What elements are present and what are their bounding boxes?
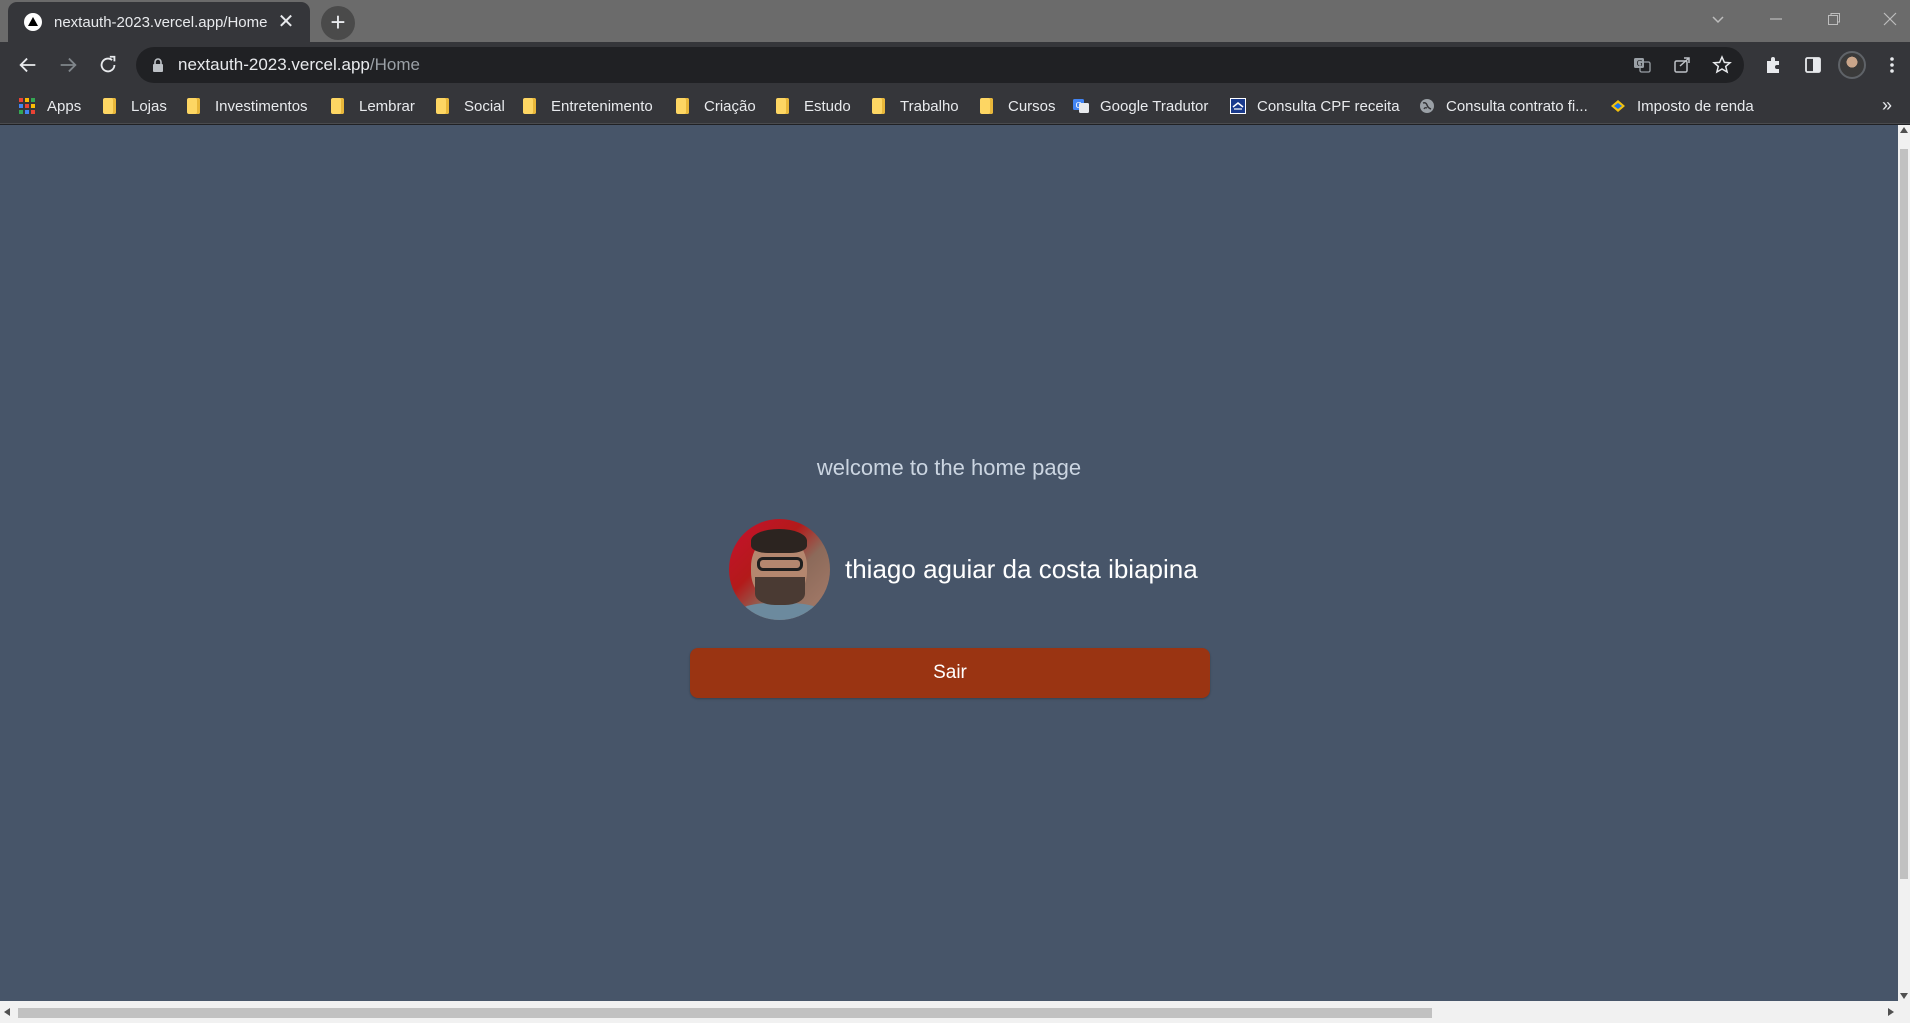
folder-icon [436, 98, 449, 114]
user-name: thiago aguiar da costa ibiapina [845, 554, 1198, 584]
bookmark-google-tradutor[interactable]: G Google Tradutor [1073, 88, 1208, 124]
tab-strip: nextauth-2023.vercel.app/Home ✕ + [0, 0, 1910, 42]
bookmark-label: Apps [47, 97, 82, 115]
reload-icon[interactable] [90, 47, 126, 83]
new-tab-button[interactable]: + [321, 6, 355, 40]
back-arrow-icon[interactable] [10, 47, 46, 83]
scroll-up-icon[interactable] [1900, 127, 1908, 133]
close-tab-icon[interactable]: ✕ [274, 10, 298, 34]
bookmarks-bar: Apps Lojas Investimentos Lembrar Social … [0, 88, 1910, 124]
menu-kebab-icon[interactable] [1878, 51, 1906, 79]
bookmark-folder-lojas[interactable]: Lojas [103, 88, 167, 124]
bookmark-label: Cursos [1008, 97, 1056, 115]
close-window-icon[interactable] [1864, 0, 1910, 38]
user-info: thiago aguiar da costa ibiapina [729, 519, 1198, 620]
scroll-right-icon[interactable] [1888, 1008, 1894, 1016]
bookmark-folder-trabalho[interactable]: Trabalho [872, 88, 959, 124]
bookmark-folder-lembrar[interactable]: Lembrar [331, 88, 415, 124]
bookmark-label: Consulta CPF receita [1257, 97, 1400, 115]
bookmark-label: Consulta contrato fi... [1446, 97, 1588, 115]
minimize-icon[interactable] [1750, 0, 1802, 38]
apps-grid-icon [19, 98, 35, 114]
bookmark-folder-criacao[interactable]: Criação [676, 88, 756, 124]
bookmark-imposto-renda[interactable]: Imposto de renda [1610, 88, 1754, 124]
folder-icon [872, 98, 885, 114]
folder-icon [103, 98, 116, 114]
bookmark-label: Estudo [804, 97, 851, 115]
translate-icon[interactable]: G [1630, 53, 1654, 77]
restore-icon[interactable] [1808, 0, 1860, 38]
bookmark-star-icon[interactable] [1710, 53, 1734, 77]
scroll-down-icon[interactable] [1900, 993, 1908, 999]
browser-toolbar: nextauth-2023.vercel.app/Home G [0, 42, 1910, 88]
bookmark-label: Social [464, 97, 505, 115]
bookmark-label: Imposto de renda [1637, 97, 1754, 115]
welcome-text: welcome to the home page [816, 455, 1082, 480]
vercel-favicon-icon [24, 13, 42, 31]
bookmark-folder-investimentos[interactable]: Investimentos [187, 88, 308, 124]
user-avatar [729, 519, 830, 620]
signout-button[interactable]: Sair [690, 648, 1210, 698]
bookmark-folder-estudo[interactable]: Estudo [776, 88, 851, 124]
folder-icon [187, 98, 200, 114]
browser-window: nextauth-2023.vercel.app/Home ✕ + nextau… [0, 0, 1910, 1023]
extensions-puzzle-icon[interactable] [1759, 51, 1787, 79]
folder-icon [523, 98, 536, 114]
url-path: /Home [369, 55, 420, 74]
vertical-scroll-thumb[interactable] [1900, 149, 1908, 879]
bookmarks-overflow-icon[interactable]: » [1882, 88, 1892, 124]
active-tab[interactable]: nextauth-2023.vercel.app/Home ✕ [8, 2, 310, 42]
folder-icon [331, 98, 344, 114]
scroll-left-icon[interactable] [4, 1008, 10, 1016]
bookmark-consulta-cpf[interactable]: Consulta CPF receita [1230, 88, 1400, 124]
tab-search-icon[interactable] [1692, 0, 1744, 38]
globe-icon [1420, 99, 1434, 113]
bookmark-folder-entretenimento[interactable]: Entretenimento [523, 88, 653, 124]
horizontal-scrollbar[interactable] [0, 1001, 1910, 1023]
side-panel-icon[interactable] [1799, 51, 1827, 79]
folder-icon [676, 98, 689, 114]
lock-icon[interactable] [150, 57, 166, 73]
tab-title: nextauth-2023.vercel.app/Home [54, 13, 268, 31]
bookmark-consulta-contrato[interactable]: Consulta contrato fi... [1419, 88, 1588, 124]
folder-icon [776, 98, 789, 114]
url-text[interactable]: nextauth-2023.vercel.app/Home [178, 47, 420, 83]
imposto-icon [1611, 100, 1625, 112]
bookmark-label: Lembrar [359, 97, 415, 115]
share-icon[interactable] [1670, 53, 1694, 77]
forward-arrow-icon[interactable] [50, 47, 86, 83]
bookmark-label: Google Tradutor [1100, 97, 1209, 115]
bookmark-label: Investimentos [215, 97, 308, 115]
url-host: nextauth-2023.vercel.app [178, 55, 370, 74]
folder-icon [980, 98, 993, 114]
bookmark-folder-social[interactable]: Social [436, 88, 505, 124]
bookmark-folder-cursos[interactable]: Cursos [980, 88, 1056, 124]
page-content: welcome to the home page thiago aguiar d… [0, 125, 1898, 1001]
horizontal-scroll-thumb[interactable] [18, 1008, 1432, 1018]
bookmark-label: Lojas [131, 97, 167, 115]
bookmark-apps[interactable]: Apps [19, 88, 81, 124]
bookmark-label: Trabalho [900, 97, 959, 115]
address-bar[interactable]: nextauth-2023.vercel.app/Home G [136, 47, 1744, 83]
profile-avatar[interactable] [1838, 51, 1866, 79]
bookmark-label: Entretenimento [551, 97, 653, 115]
vertical-scrollbar[interactable] [1898, 125, 1910, 1001]
google-translate-icon: G [1073, 99, 1089, 113]
receita-icon [1230, 98, 1246, 114]
bookmark-label: Criação [704, 97, 756, 115]
